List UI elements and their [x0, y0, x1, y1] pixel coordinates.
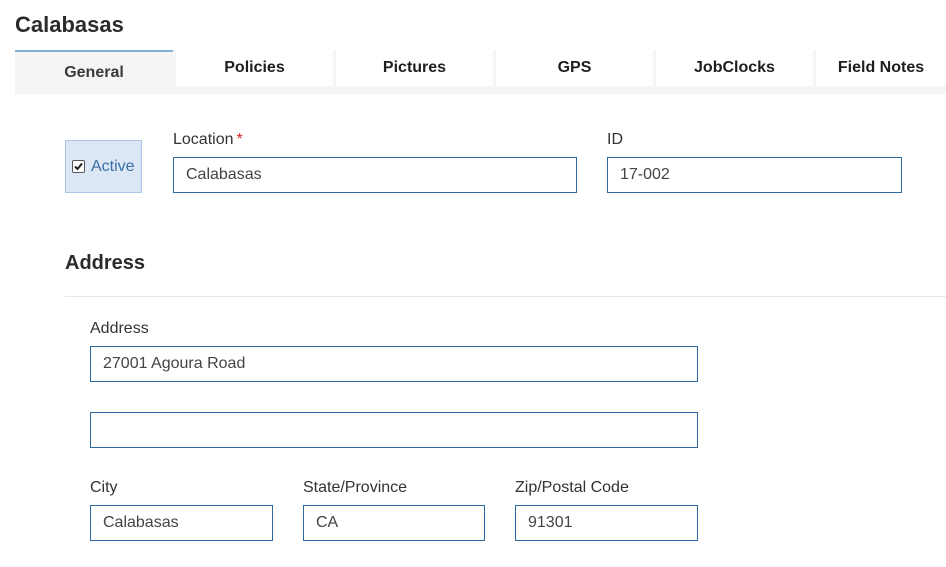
- id-label: ID: [607, 131, 623, 148]
- tab-pictures[interactable]: Pictures: [336, 50, 493, 86]
- tab-field-notes[interactable]: Field Notes: [816, 50, 946, 86]
- tab-gps[interactable]: GPS: [496, 50, 653, 86]
- address-label: Address: [90, 320, 149, 337]
- zip-input[interactable]: 91301: [515, 505, 698, 541]
- location-label-text: Location: [173, 131, 234, 148]
- state-input[interactable]: CA: [303, 505, 485, 541]
- active-checkbox[interactable]: [72, 160, 85, 173]
- required-marker: *: [236, 131, 243, 148]
- location-edit-page: Calabasas General Policies Pictures GPS …: [0, 0, 946, 567]
- address-line1-input[interactable]: 27001 Agoura Road: [90, 346, 698, 382]
- active-toggle[interactable]: Active: [65, 140, 142, 193]
- city-label: City: [90, 479, 118, 496]
- tab-bar: General Policies Pictures GPS JobClocks …: [15, 50, 946, 94]
- tab-general[interactable]: General: [15, 50, 173, 94]
- city-input[interactable]: Calabasas: [90, 505, 273, 541]
- location-input[interactable]: Calabasas: [173, 157, 577, 193]
- address-section-title: Address: [65, 252, 146, 274]
- section-divider: [65, 296, 946, 297]
- id-input[interactable]: 17-002: [607, 157, 902, 193]
- page-title: Calabasas: [15, 12, 124, 37]
- zip-label: Zip/Postal Code: [515, 479, 629, 496]
- state-label: State/Province: [303, 479, 408, 496]
- tab-jobclocks[interactable]: JobClocks: [656, 50, 813, 86]
- checkmark-icon: [74, 162, 83, 171]
- tab-policies[interactable]: Policies: [176, 50, 333, 86]
- address-line2-input[interactable]: [90, 412, 698, 448]
- active-label: Active: [91, 157, 135, 175]
- location-label: Location *: [173, 131, 243, 149]
